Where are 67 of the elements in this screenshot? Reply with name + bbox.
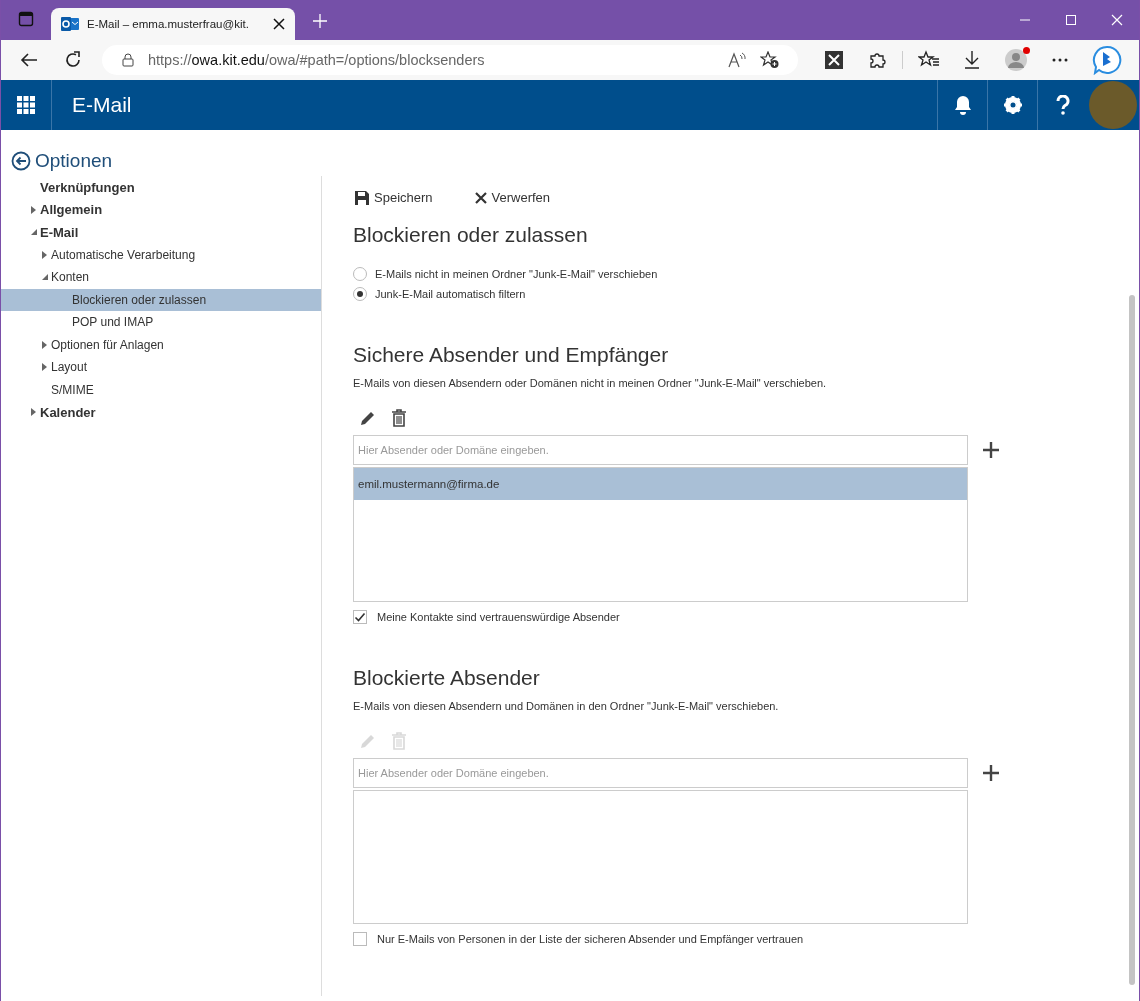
section-heading: Blockierte Absender: [353, 666, 541, 690]
new-tab-icon[interactable]: [313, 14, 327, 28]
trust-checkbox-option[interactable]: Nur E-Mails von Personen in der Liste der sicheren Absender und Empfänger vertrauen: [353, 932, 1125, 946]
sidebar-item[interactable]: Kalender: [1, 401, 321, 424]
sender-input-field[interactable]: Hier Absender oder Domäne eingeben.: [353, 758, 968, 788]
collapsed-triangle-icon[interactable]: [42, 340, 47, 349]
reload-icon[interactable]: [64, 51, 82, 69]
collapsed-triangle-icon[interactable]: [31, 205, 36, 214]
sidebar-item[interactable]: Blockieren oder zulassen: [1, 288, 321, 311]
checkbox[interactable]: [353, 932, 367, 946]
trust-checkbox-option[interactable]: Meine Kontakte sind vertrauenswürdige Absender: [353, 610, 1125, 624]
tab-actions-icon[interactable]: [18, 11, 34, 27]
sidebar-item[interactable]: S/MIME: [1, 378, 321, 401]
sender-input-field[interactable]: Hier Absender oder Domäne eingeben.: [353, 435, 968, 465]
close-icon[interactable]: [273, 18, 285, 30]
save-button[interactable]: Speichern: [355, 190, 433, 205]
add-plus-icon[interactable]: [982, 764, 1000, 782]
browser-tab[interactable]: E-Mail – emma.musterfrau@kit.: [51, 8, 295, 40]
download-icon[interactable]: [963, 50, 981, 70]
url-text: https://owa.kit.edu/owa/#path=/options/blocksenders: [148, 52, 485, 68]
address-bar[interactable]: https://owa.kit.edu/owa/#path=/options/blocksenders: [102, 45, 798, 75]
lock-icon: [122, 53, 134, 67]
read-aloud-icon[interactable]: [728, 52, 746, 68]
sidebar-item[interactable]: POP und IMAP: [1, 311, 321, 334]
grid-icon: [17, 96, 35, 114]
settings-icon: [1002, 95, 1023, 115]
sidebar-item[interactable]: Verknüpfungen: [1, 176, 321, 199]
extension-x-icon[interactable]: [824, 50, 844, 70]
bell-icon: [953, 95, 972, 115]
profile-button[interactable]: [1004, 48, 1028, 72]
close-icon: [474, 191, 487, 204]
collapsed-triangle-icon[interactable]: [42, 250, 47, 259]
extensions-puzzle-icon[interactable]: [867, 50, 887, 70]
sidebar-item[interactable]: Konten: [1, 266, 321, 289]
back-arrow-icon[interactable]: [20, 52, 38, 68]
profile-avatar-icon: [1004, 48, 1028, 72]
sidebar-item[interactable]: Optionen für Anlagen: [1, 333, 321, 356]
expanded-triangle-icon[interactable]: [42, 274, 48, 281]
edit-pencil-icon[interactable]: [359, 409, 377, 427]
section-description: E-Mails von diesen Absendern oder Domänen nicht in meinen Ordner "Junk-E-Mail" verschieben.: [353, 377, 828, 389]
expanded-triangle-icon[interactable]: [31, 229, 37, 236]
collapsed-triangle-icon[interactable]: [31, 408, 36, 417]
delete-trash-icon[interactable]: [391, 409, 407, 427]
filter-radio-option[interactable]: Junk-E-Mail automatisch filtern: [353, 287, 1125, 301]
sidebar-item[interactable]: Allgemein: [1, 198, 321, 221]
add-favorite-icon[interactable]: [760, 51, 780, 69]
app-title: E-Mail: [72, 93, 132, 117]
section-heading: Sichere Absender und Empfänger: [353, 343, 670, 367]
sidebar-item[interactable]: Automatische Verarbeitung: [1, 243, 321, 266]
mail-app-icon: [61, 16, 79, 32]
sidebar-item[interactable]: Layout: [1, 356, 321, 379]
checkmark-icon: [354, 611, 366, 623]
filter-radio-option[interactable]: E-Mails nicht in meinen Ordner "Junk-E-Mail" verschieben: [353, 267, 1125, 281]
more-icon[interactable]: [1051, 57, 1069, 63]
page-title: Blockieren oder zulassen: [353, 223, 589, 247]
maximize-icon[interactable]: [1065, 14, 1077, 26]
tab-title: E-Mail – emma.musterfrau@kit.: [87, 18, 250, 30]
discard-button[interactable]: Verwerfen: [474, 190, 551, 205]
add-plus-icon[interactable]: [982, 441, 1000, 459]
back-to-options-link[interactable]: Optionen: [1, 150, 322, 172]
chat-bubble-icon[interactable]: [1092, 45, 1122, 75]
section-description: E-Mails von diesen Absendern und Domänen in den Ordner "Junk-E-Mail" verschieben.: [353, 700, 780, 712]
question-mark-icon: [1055, 95, 1070, 115]
collapsed-triangle-icon[interactable]: [42, 363, 47, 372]
checkbox[interactable]: [353, 610, 367, 624]
sidebar-item[interactable]: E-Mail: [1, 221, 321, 244]
sender-list-item[interactable]: emil.mustermann@firma.de: [354, 468, 967, 500]
